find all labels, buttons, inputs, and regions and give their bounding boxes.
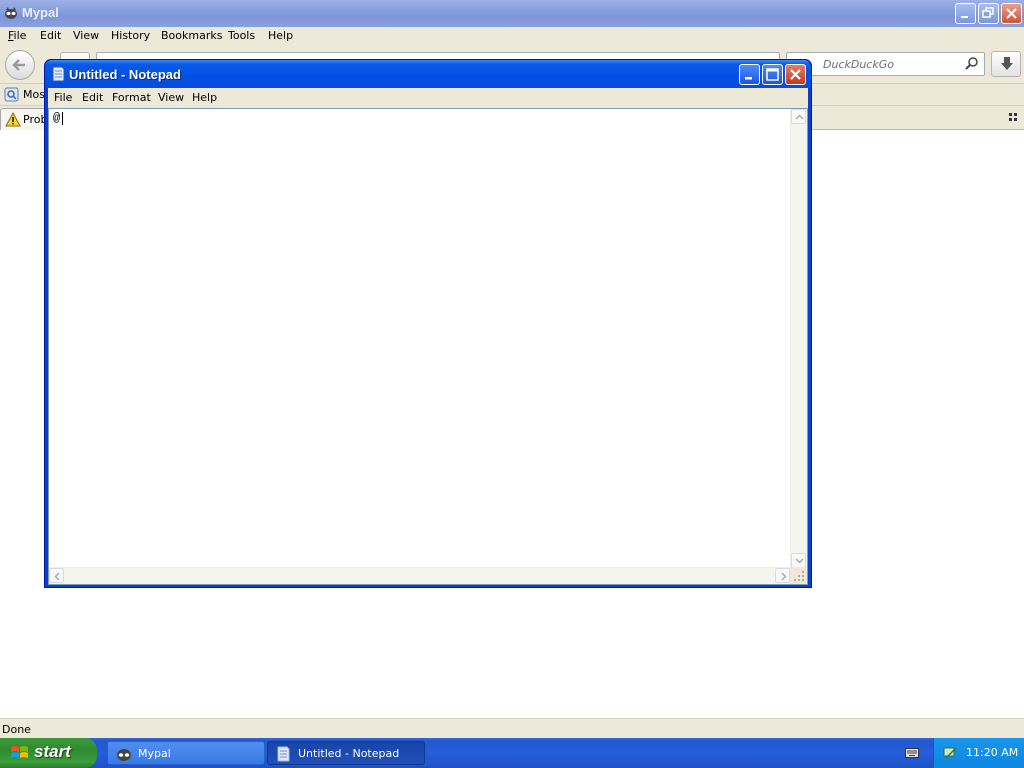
notepad-menu-help[interactable]: Help <box>192 91 217 104</box>
browser-title: Mypal <box>22 5 59 20</box>
back-arrow-icon <box>12 59 25 71</box>
menu-help[interactable]: Help <box>268 29 293 42</box>
minimize-button[interactable] <box>955 3 976 24</box>
menu-tools[interactable]: Tools <box>228 29 255 42</box>
network-icon[interactable] <box>942 745 958 761</box>
status-text: Done <box>2 723 31 736</box>
chevron-down-icon <box>795 558 804 564</box>
tab-list-icon[interactable] <box>1009 113 1019 123</box>
browser-menubar: File Edit View History Bookmarks Tools H… <box>0 27 1024 46</box>
notepad-menu-view[interactable]: View <box>158 91 184 104</box>
notepad-menu-format[interactable]: Format <box>112 91 151 104</box>
close-icon <box>1006 8 1017 19</box>
minimize-icon <box>745 77 752 80</box>
mypal-icon <box>117 749 131 761</box>
download-arrow-icon <box>1001 57 1013 70</box>
menu-file-label: ile <box>13 29 27 42</box>
maximize-icon <box>766 68 779 81</box>
vertical-scrollbar[interactable] <box>790 109 807 568</box>
notepad-icon <box>277 746 290 762</box>
browser-titlebar[interactable]: Mypal <box>0 0 1024 27</box>
close-icon <box>790 69 801 80</box>
scroll-right-button[interactable] <box>775 568 790 583</box>
search-icon[interactable] <box>965 57 979 71</box>
clock[interactable]: 11:20 AM <box>966 746 1018 759</box>
downloads-button[interactable] <box>991 51 1021 77</box>
menu-edit[interactable]: Edit <box>40 29 61 42</box>
system-tray: 11:20 AM <box>933 738 1024 768</box>
resize-grip-icon <box>794 571 804 581</box>
notepad-maximize-button[interactable] <box>762 64 783 85</box>
menu-view[interactable]: View <box>73 29 99 42</box>
close-button[interactable] <box>1001 3 1022 24</box>
bookmark-folder-icon <box>4 87 19 102</box>
taskbar: start Mypal Untitled - Notepad 11:20 AM <box>0 738 1024 768</box>
notepad-icon <box>52 66 65 82</box>
horizontal-scrollbar[interactable] <box>49 567 790 584</box>
notepad-content: @ <box>53 111 61 125</box>
text-caret <box>62 112 63 125</box>
keyboard-icon[interactable] <box>905 748 919 758</box>
notepad-minimize-button[interactable] <box>739 64 760 85</box>
notepad-window: Untitled - Notepad File Edit Format View… <box>44 59 812 588</box>
notepad-titlebar[interactable]: Untitled - Notepad <box>45 60 811 88</box>
search-input[interactable]: DuckDuckGo <box>786 52 985 76</box>
notepad-title: Untitled - Notepad <box>69 67 181 82</box>
search-placeholder: DuckDuckGo <box>823 58 894 71</box>
notepad-menu-file[interactable]: File <box>54 91 72 104</box>
taskbar-item-notepad[interactable]: Untitled - Notepad <box>267 741 425 765</box>
taskbar-item-label: Mypal <box>138 747 171 760</box>
notepad-close-button[interactable] <box>785 64 806 85</box>
back-button[interactable] <box>5 50 35 80</box>
start-label: start <box>34 742 71 761</box>
chevron-left-icon <box>54 572 60 581</box>
windows-logo-icon <box>11 746 28 758</box>
scroll-left-button[interactable] <box>49 568 64 583</box>
resize-grip[interactable] <box>790 567 807 584</box>
taskbar-item-mypal[interactable]: Mypal <box>107 741 265 765</box>
notepad-menubar: File Edit Format View Help <box>48 88 808 108</box>
status-bar: Done <box>0 718 1024 738</box>
taskbar-item-label: Untitled - Notepad <box>298 747 400 760</box>
mypal-icon <box>5 7 17 19</box>
restore-button[interactable] <box>978 3 999 24</box>
notepad-text-area[interactable]: @ <box>48 108 808 585</box>
menu-file[interactable]: File <box>8 29 26 42</box>
menu-history[interactable]: History <box>111 29 150 42</box>
notepad-menu-edit[interactable]: Edit <box>82 91 103 104</box>
menu-bookmarks[interactable]: Bookmarks <box>161 29 222 42</box>
chevron-right-icon <box>781 572 787 581</box>
scroll-up-button[interactable] <box>791 109 806 124</box>
minimize-icon <box>961 16 968 18</box>
warning-icon <box>5 112 21 127</box>
chevron-up-icon <box>795 114 804 120</box>
scroll-down-button[interactable] <box>791 553 806 568</box>
start-button[interactable]: start <box>0 738 97 768</box>
restore-icon <box>982 7 994 18</box>
